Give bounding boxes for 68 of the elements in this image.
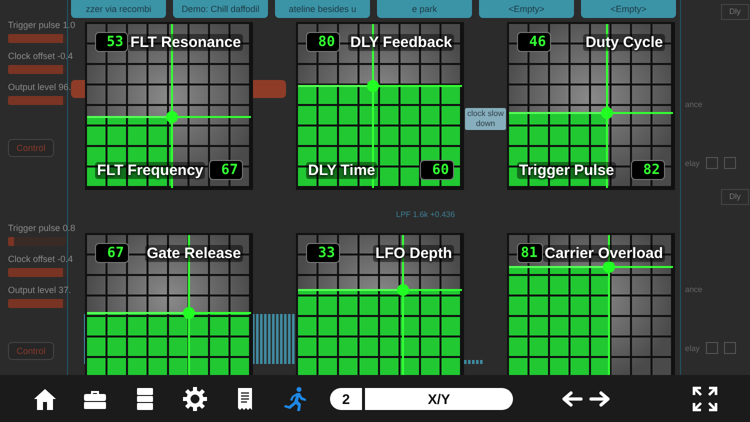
slider-fill[interactable]	[8, 237, 14, 246]
axis-label: Carrier Overload	[542, 244, 665, 262]
axis-label: FLT Frequency	[95, 162, 206, 178]
setting-label: ance	[685, 285, 704, 294]
filter-readout: LPF 1.6k +0.436	[396, 210, 455, 219]
xy-pad[interactable]: 81 Carrier Overload	[507, 233, 675, 375]
slider-fill[interactable]	[8, 299, 64, 308]
value-readout: 46	[517, 32, 551, 52]
checkbox[interactable]	[706, 342, 718, 354]
parameter-label: Clock offset -0.4	[8, 254, 73, 264]
axis-label: FLT Resonance	[128, 34, 243, 50]
preset-button[interactable]: ateline besides u	[275, 0, 370, 18]
value-readout: 33	[306, 243, 340, 263]
xy-pad[interactable]: 67 Gate Release	[85, 233, 253, 375]
xy-pad[interactable]: 53 FLT Resonance FLT Frequency 67	[85, 22, 253, 190]
crosshair-handle[interactable]	[603, 261, 616, 274]
preset-button[interactable]: e park	[377, 0, 472, 18]
slider-fill[interactable]	[8, 268, 64, 277]
crosshair-line[interactable]	[509, 266, 673, 268]
parameter-label: Output level 37.	[8, 285, 72, 295]
checkbox[interactable]	[724, 157, 736, 169]
setting-label: elay	[685, 344, 700, 352]
axis-label: Duty Cycle	[583, 34, 665, 50]
axis-label: Gate Release	[144, 244, 243, 262]
preset-button[interactable]: <Empty>	[479, 0, 574, 18]
axis-label: Trigger Pulse	[517, 162, 616, 178]
fullscreen-icon[interactable]	[692, 386, 718, 412]
value-readout: 67	[209, 160, 243, 180]
crosshair-handle[interactable]	[601, 106, 614, 119]
parameter-label: Output level 96.	[8, 82, 72, 92]
value-readout: 80	[306, 32, 340, 52]
slider-fill[interactable]	[8, 65, 64, 74]
axis-label: DLY Time	[306, 162, 378, 178]
tag-label: Dly	[721, 4, 749, 20]
value-readout: 60	[420, 160, 454, 180]
value-readout: 53	[95, 32, 128, 52]
crosshair-handle[interactable]	[182, 307, 195, 320]
slider-fill[interactable]	[8, 96, 64, 105]
tag-label: Dly	[721, 189, 749, 205]
settings-icon[interactable]	[182, 386, 208, 412]
xy-pad[interactable]: 80 DLY Feedback DLY Time 60	[296, 22, 464, 190]
value-readout: 81	[517, 243, 543, 263]
setting-label: elay	[685, 158, 700, 168]
mode-button[interactable]: X/Y	[365, 388, 513, 410]
preset-button[interactable]: <Empty>	[581, 0, 676, 18]
running-person-icon[interactable]	[282, 386, 308, 412]
parameter-label: Trigger pulse 0.8	[8, 223, 76, 233]
mode-chip[interactable]: clock slow down	[465, 108, 506, 130]
crosshair-handle[interactable]	[166, 111, 178, 124]
xy-pad[interactable]: 46 Duty Cycle Trigger Pulse 82	[507, 22, 675, 190]
setting-label: ance	[685, 100, 704, 109]
value-readout: 67	[95, 243, 129, 263]
slider-fill[interactable]	[8, 34, 64, 43]
preset-button[interactable]: Demo: Chill daffodil	[173, 0, 268, 18]
crosshair-handle[interactable]	[396, 284, 409, 296]
parameter-label: Clock offset -0.4	[8, 51, 73, 61]
parameter-label: Trigger pulse 1.0	[8, 20, 76, 30]
value-readout: 82	[631, 160, 665, 180]
axis-label: LFO Depth	[373, 244, 454, 262]
page-number-button[interactable]: 2	[330, 388, 362, 410]
crosshair-line[interactable]	[509, 112, 673, 114]
axis-label: DLY Feedback	[348, 34, 454, 50]
checkbox[interactable]	[706, 157, 718, 169]
preset-button[interactable]: zzer via recombi	[71, 0, 166, 18]
crosshair-line[interactable]	[298, 288, 462, 291]
crosshair-handle[interactable]	[367, 80, 380, 92]
xy-pad[interactable]: 33 LFO Depth	[296, 233, 464, 375]
checkbox[interactable]	[724, 342, 736, 354]
